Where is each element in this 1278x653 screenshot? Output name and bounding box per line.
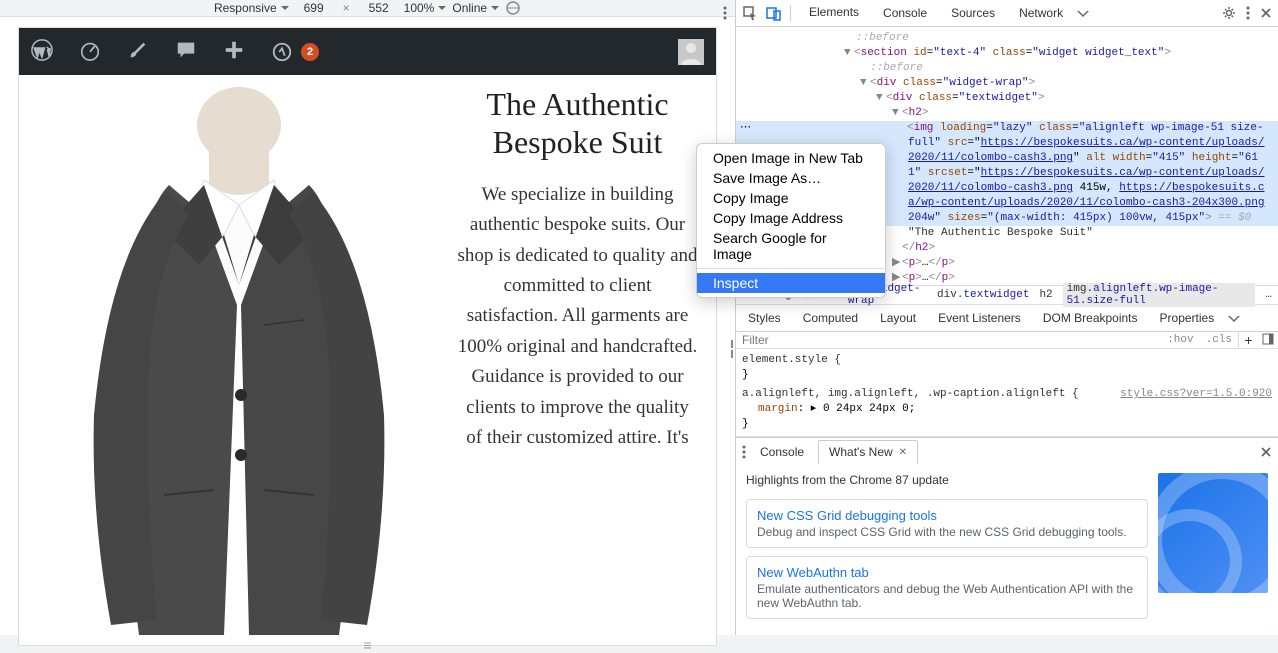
tab-console[interactable]: Console bbox=[873, 0, 937, 27]
inspect-element-icon[interactable] bbox=[742, 5, 758, 21]
drawer: Console What's New✕ Highlights from the … bbox=[736, 437, 1278, 635]
context-menu-item[interactable]: Copy Image Address bbox=[697, 208, 885, 228]
device-select[interactable]: Responsive bbox=[214, 1, 289, 15]
more-options-button[interactable] bbox=[723, 6, 727, 20]
breadcrumb-item[interactable]: div.textwidget bbox=[937, 289, 1029, 301]
device-toggle-icon[interactable] bbox=[766, 5, 782, 21]
panel-toggle-icon[interactable] bbox=[1258, 332, 1278, 348]
tab-sources[interactable]: Sources bbox=[941, 0, 1005, 27]
more-subtabs-icon[interactable] bbox=[1228, 312, 1240, 324]
close-icon[interactable] bbox=[1260, 446, 1272, 458]
whats-new-card[interactable]: New CSS Grid debugging tools Debug and i… bbox=[746, 499, 1148, 548]
chevron-down-icon bbox=[281, 4, 289, 12]
context-menu-item[interactable]: Save Image As… bbox=[697, 168, 885, 188]
seo-icon[interactable] bbox=[271, 41, 293, 63]
more-tabs-icon[interactable] bbox=[1077, 7, 1089, 19]
close-icon[interactable] bbox=[1260, 7, 1272, 19]
rotate-icon[interactable] bbox=[505, 0, 521, 16]
subtab-event-listeners[interactable]: Event Listeners bbox=[930, 305, 1029, 332]
kebab-icon bbox=[723, 6, 727, 20]
device-mode-label: Responsive bbox=[214, 1, 277, 15]
kebab-icon[interactable] bbox=[1246, 6, 1250, 20]
dom-text-node: "The Authentic Bespoke Suit" bbox=[908, 227, 1093, 239]
page-heading: The Authentic Bespoke Suit bbox=[457, 85, 698, 162]
devtools-panel: Elements Console Sources Network ::befor… bbox=[735, 0, 1278, 635]
card-desc: Emulate authenticators and debug the Web… bbox=[757, 582, 1137, 610]
viewport-height-input[interactable] bbox=[360, 1, 398, 15]
dom-pseudo: ::before bbox=[856, 32, 909, 44]
product-image[interactable] bbox=[29, 85, 449, 645]
drawer-tab-console[interactable]: Console bbox=[750, 440, 814, 464]
notification-badge[interactable]: 2 bbox=[301, 43, 319, 61]
card-title: New CSS Grid debugging tools bbox=[757, 508, 1137, 523]
breadcrumb-item-selected[interactable]: img.alignleft.wp-image-51.size-full bbox=[1063, 283, 1256, 307]
zoom-select[interactable]: 100% bbox=[404, 1, 447, 15]
network-select[interactable]: Online bbox=[452, 1, 499, 15]
context-menu-item[interactable]: Copy Image bbox=[697, 188, 885, 208]
wp-admin-bar: 2 bbox=[19, 28, 716, 75]
user-avatar[interactable] bbox=[678, 39, 704, 65]
subtab-properties[interactable]: Properties bbox=[1152, 305, 1223, 332]
customize-icon[interactable] bbox=[127, 39, 149, 64]
tab-network[interactable]: Network bbox=[1009, 0, 1073, 27]
context-menu-item-selected[interactable]: Inspect bbox=[697, 273, 885, 293]
kebab-icon[interactable] bbox=[742, 445, 746, 459]
settings-icon[interactable] bbox=[1222, 6, 1236, 20]
drawer-tab-whats-new[interactable]: What's New✕ bbox=[818, 440, 918, 464]
card-desc: Debug and inspect CSS Grid with the new … bbox=[757, 525, 1137, 539]
resize-handle[interactable]: ≡ bbox=[363, 637, 371, 653]
chevron-down-icon bbox=[491, 4, 499, 12]
page-paragraph: We specialize in building authentic besp… bbox=[457, 180, 698, 454]
wordpress-icon[interactable] bbox=[31, 39, 53, 64]
stylesheet-link[interactable]: style.css?ver=1.5.0:920 bbox=[1120, 387, 1272, 402]
dom-pseudo: ::before bbox=[870, 62, 923, 74]
dashboard-icon[interactable] bbox=[79, 39, 101, 64]
context-menu-item[interactable]: Open Image in New Tab bbox=[697, 148, 885, 168]
subtab-layout[interactable]: Layout bbox=[872, 305, 924, 332]
add-new-icon[interactable] bbox=[223, 39, 245, 64]
context-menu-item[interactable]: Search Google for Image bbox=[697, 228, 885, 264]
close-icon[interactable]: ✕ bbox=[899, 447, 907, 458]
subtab-computed[interactable]: Computed bbox=[795, 305, 866, 332]
add-rule-button[interactable]: + bbox=[1238, 332, 1258, 348]
drawer-headline: Highlights from the Chrome 87 update bbox=[746, 473, 1148, 487]
comments-icon[interactable] bbox=[175, 39, 197, 64]
chevron-down-icon bbox=[438, 4, 446, 12]
breadcrumb-item[interactable]: h2 bbox=[1039, 289, 1052, 301]
panel-resize-handle[interactable] bbox=[728, 340, 736, 358]
breadcrumb-more[interactable]: … bbox=[1265, 289, 1272, 301]
styles-pane[interactable]: element.style { } style.css?ver=1.5.0:92… bbox=[736, 349, 1278, 437]
device-frame: 2 bbox=[18, 27, 717, 646]
styles-filter-input[interactable] bbox=[736, 333, 1161, 347]
network-label: Online bbox=[452, 1, 487, 15]
cls-toggle[interactable]: .cls bbox=[1200, 334, 1238, 346]
drawer-illustration bbox=[1158, 473, 1268, 593]
subtab-dom-breakpoints[interactable]: DOM Breakpoints bbox=[1035, 305, 1146, 332]
whats-new-card[interactable]: New WebAuthn tab Emulate authenticators … bbox=[746, 556, 1148, 619]
card-title: New WebAuthn tab bbox=[757, 565, 1137, 580]
subtab-styles[interactable]: Styles bbox=[740, 305, 789, 332]
hov-toggle[interactable]: :hov bbox=[1161, 334, 1199, 346]
zoom-label: 100% bbox=[404, 1, 435, 15]
tab-elements[interactable]: Elements bbox=[799, 0, 869, 27]
viewport-width-input[interactable] bbox=[295, 1, 333, 15]
dimension-separator: × bbox=[343, 1, 350, 15]
context-menu: Open Image in New Tab Save Image As… Cop… bbox=[696, 143, 886, 298]
